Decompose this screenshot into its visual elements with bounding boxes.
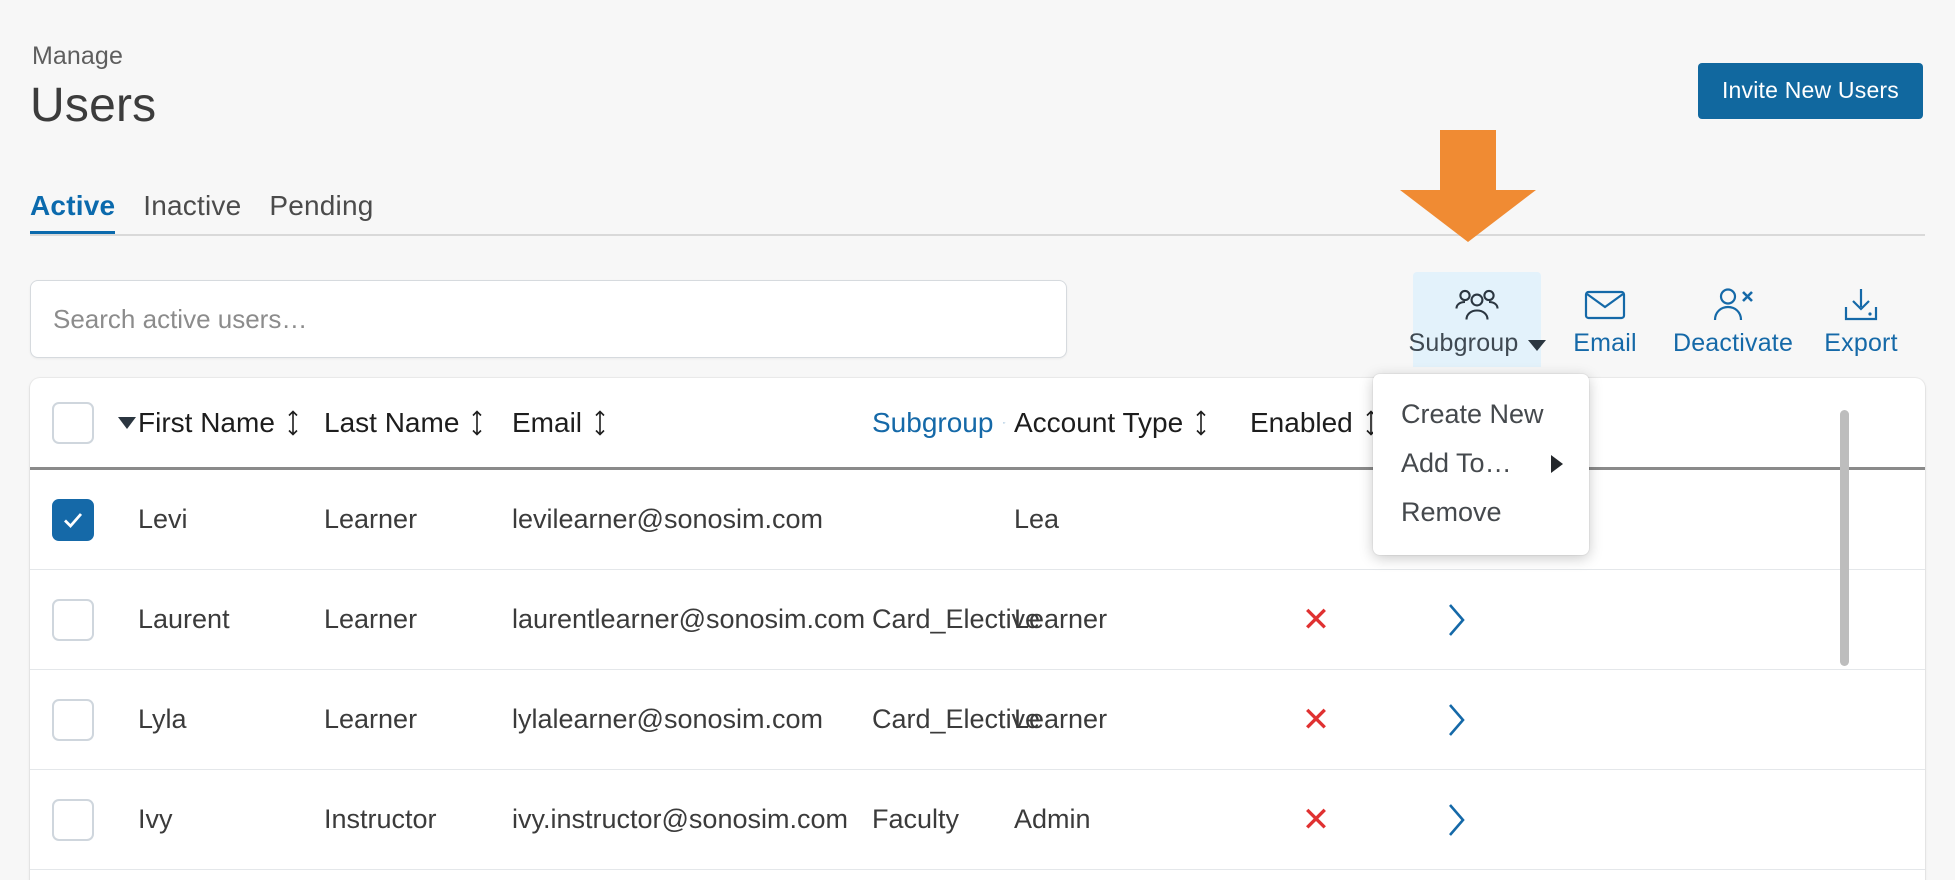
subgroup-dropdown-menu: Create New Add To… Remove <box>1373 374 1589 555</box>
users-management-page: Manage Users Invite New Users Active Ina… <box>0 0 1955 880</box>
tab-divider <box>30 234 1925 236</box>
table-header-row: First Name Last Name Email Subgroup Acco… <box>30 378 1925 470</box>
row-select-cell <box>30 799 134 841</box>
cell-account-type: Lea <box>1010 504 1246 535</box>
cell-account-type: Learner <box>1010 604 1246 635</box>
check-icon <box>61 508 85 532</box>
toolbar-deactivate-button[interactable]: Deactivate <box>1669 272 1797 367</box>
down-arrow-icon <box>1400 130 1536 242</box>
cell-email: ivy.instructor@sonosim.com <box>508 804 868 835</box>
cell-details[interactable] <box>1386 602 1526 638</box>
row-checkbox[interactable] <box>52 699 94 741</box>
menu-item-add-to[interactable]: Add To… <box>1373 439 1589 488</box>
chevron-right-icon <box>1445 802 1467 838</box>
toolbar-export-button[interactable]: Export <box>1797 272 1925 367</box>
cell-last-name: Instructor <box>320 804 508 835</box>
cell-subgroup: Card_Elective <box>868 604 1010 635</box>
invite-new-users-button[interactable]: Invite New Users <box>1698 63 1923 119</box>
cell-subgroup: Card_Elective <box>868 704 1010 735</box>
cell-enabled: ✕ <box>1246 603 1386 637</box>
toolbar-email-label: Email <box>1573 329 1637 358</box>
table-scrollbar-thumb[interactable] <box>1840 410 1849 666</box>
cell-first-name: Laurent <box>134 604 320 635</box>
search-input[interactable] <box>31 281 1066 357</box>
column-header-enabled[interactable]: Enabled <box>1246 407 1386 439</box>
table-row[interactable]: Laurent Learner laurentlearner@sonosim.c… <box>30 570 1925 670</box>
sort-ascending-icon <box>1003 409 1006 437</box>
tab-active[interactable]: Active <box>30 190 129 236</box>
person-remove-icon <box>1711 284 1755 326</box>
users-table: First Name Last Name Email Subgroup Acco… <box>30 378 1925 880</box>
row-select-cell <box>30 499 134 541</box>
sort-both-icon <box>592 409 608 437</box>
cell-email: levilearner@sonosim.com <box>508 504 868 535</box>
select-all-cell <box>30 402 134 444</box>
bulk-action-toolbar: Subgroup Email Deactivate <box>1413 272 1925 367</box>
column-header-email[interactable]: Email <box>508 407 868 439</box>
row-select-cell <box>30 699 134 741</box>
tab-pending[interactable]: Pending <box>255 190 387 236</box>
table-row[interactable]: Levi Learner levilearner@sonosim.com Lea <box>30 470 1925 570</box>
user-status-tabs: Active Inactive Pending <box>30 190 388 236</box>
chevron-right-icon <box>1445 702 1467 738</box>
row-checkbox[interactable] <box>52 499 94 541</box>
column-header-first-name[interactable]: First Name <box>134 407 320 439</box>
menu-item-remove[interactable]: Remove <box>1373 488 1589 537</box>
menu-item-create-new[interactable]: Create New <box>1373 390 1589 439</box>
cell-enabled: ✕ <box>1246 803 1386 837</box>
cell-email: lylalearner@sonosim.com <box>508 704 868 735</box>
column-header-last-name[interactable]: Last Name <box>320 407 508 439</box>
cell-account-type: Admin <box>1010 804 1246 835</box>
table-row[interactable]: Lyla Learner lylalearner@sonosim.com Car… <box>30 670 1925 770</box>
envelope-icon <box>1584 284 1626 326</box>
select-all-checkbox[interactable] <box>52 402 94 444</box>
group-people-icon <box>1454 284 1500 326</box>
sort-both-icon <box>469 409 485 437</box>
orange-down-arrow-annotation <box>1400 130 1536 242</box>
cell-details[interactable] <box>1386 802 1526 838</box>
cell-last-name: Learner <box>320 504 508 535</box>
sort-both-icon <box>285 409 301 437</box>
page-title: Users <box>30 78 156 133</box>
toolbar-subgroup-label: Subgroup <box>1408 329 1545 358</box>
sort-both-icon <box>1193 409 1209 437</box>
cell-last-name: Learner <box>320 604 508 635</box>
toolbar-export-label: Export <box>1824 329 1897 358</box>
cell-details[interactable] <box>1386 702 1526 738</box>
chevron-right-icon <box>1551 455 1563 473</box>
table-row[interactable]: Ivy Instructor ivy.instructor@sonosim.co… <box>30 770 1925 870</box>
download-tray-icon <box>1840 284 1882 326</box>
cell-account-type: Learner <box>1010 704 1246 735</box>
toolbar-deactivate-label: Deactivate <box>1673 329 1793 358</box>
cell-first-name: Lyla <box>134 704 320 735</box>
cell-first-name: Levi <box>134 504 320 535</box>
toolbar-subgroup-button[interactable]: Subgroup <box>1413 272 1541 367</box>
cell-enabled: ✕ <box>1246 703 1386 737</box>
breadcrumb: Manage <box>32 42 123 71</box>
toolbar-email-button[interactable]: Email <box>1541 272 1669 367</box>
cell-first-name: Ivy <box>134 804 320 835</box>
cell-email: laurentlearner@sonosim.com <box>508 604 868 635</box>
column-header-subgroup[interactable]: Subgroup <box>868 407 1010 439</box>
search-field-wrapper[interactable] <box>30 280 1067 358</box>
row-checkbox[interactable] <box>52 599 94 641</box>
cell-last-name: Learner <box>320 704 508 735</box>
column-header-account-type[interactable]: Account Type <box>1010 407 1246 439</box>
row-checkbox[interactable] <box>52 799 94 841</box>
tab-inactive[interactable]: Inactive <box>129 190 255 236</box>
cell-subgroup: Faculty <box>868 804 1010 835</box>
row-select-cell <box>30 599 134 641</box>
chevron-right-icon <box>1445 602 1467 638</box>
